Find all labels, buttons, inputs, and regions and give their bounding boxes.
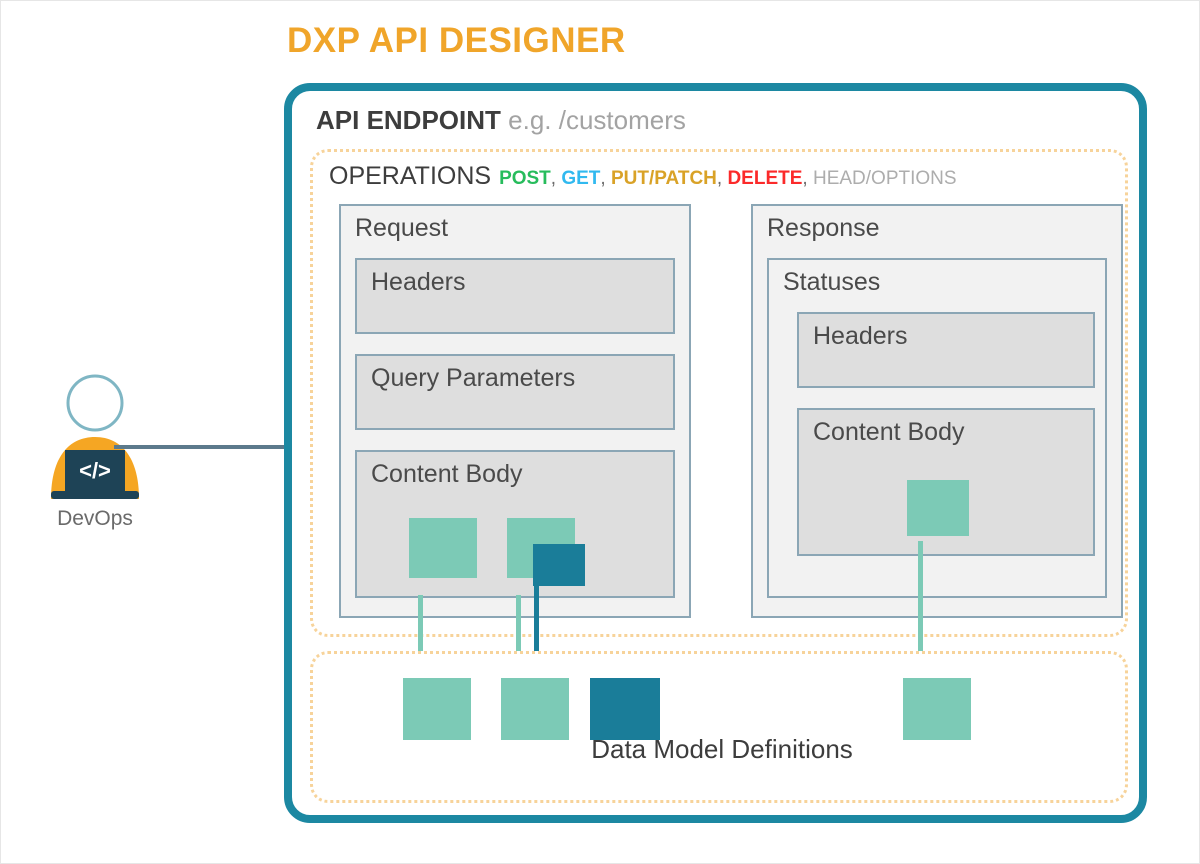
- request-query-parameters-label: Query Parameters: [371, 364, 576, 392]
- code-glyph-icon: </>: [79, 458, 111, 483]
- method-separator-2: ,: [600, 168, 611, 189]
- operations-header: OPERATIONS POST, GET, PUT/PATCH, DELETE, …: [329, 162, 957, 191]
- data-model-node-3[interactable]: [590, 678, 660, 740]
- api-endpoint-title-muted: e.g. /customers: [508, 105, 686, 135]
- response-model-ref-1[interactable]: [907, 480, 969, 536]
- response-headers-label: Headers: [813, 322, 908, 350]
- request-headers-label: Headers: [371, 268, 466, 296]
- request-model-ref-3[interactable]: [533, 544, 585, 586]
- actor-to-endpoint-connector: [114, 445, 289, 449]
- method-separator-3: ,: [716, 168, 728, 189]
- request-panel: Request Headers Query Parameters Content…: [339, 204, 691, 618]
- data-model-definitions-label: Data Model Definitions: [591, 734, 853, 764]
- page-title: DXP API DESIGNER: [287, 21, 626, 60]
- response-content-body-label: Content Body: [813, 418, 965, 446]
- response-panel-label: Response: [767, 214, 880, 242]
- method-separator-1: ,: [550, 168, 562, 189]
- api-endpoint-container: API ENDPOINT e.g. /customers OPERATIONS P…: [284, 83, 1147, 823]
- request-panel-label: Request: [355, 214, 449, 242]
- method-delete: DELETE: [727, 168, 803, 189]
- method-head-options: HEAD/OPTIONS: [812, 168, 957, 189]
- method-get: GET: [561, 168, 601, 189]
- request-query-parameters-box: Query Parameters: [355, 354, 675, 430]
- api-endpoint-title: API ENDPOINT e.g. /customers: [316, 105, 686, 136]
- response-statuses-label: Statuses: [783, 268, 881, 296]
- operations-label: OPERATIONS: [329, 162, 492, 190]
- developer-avatar-icon: </>: [51, 374, 139, 499]
- data-model-node-1[interactable]: [403, 678, 471, 740]
- request-headers-box: Headers: [355, 258, 675, 334]
- diagram-canvas: DXP API DESIGNER </> DevOps API ENDPOINT…: [0, 0, 1200, 864]
- request-content-body-label: Content Body: [371, 460, 523, 488]
- api-endpoint-title-strong: API ENDPOINT: [316, 105, 501, 135]
- method-separator-4: ,: [802, 168, 813, 189]
- response-panel: Response Statuses Headers Content Body: [751, 204, 1123, 618]
- request-model-ref-1[interactable]: [409, 518, 477, 578]
- data-model-node-4[interactable]: [903, 678, 971, 740]
- response-content-body-box: Content Body: [797, 408, 1095, 556]
- response-statuses-box: Statuses Headers Content Body: [767, 258, 1107, 598]
- response-headers-box: Headers: [797, 312, 1095, 388]
- devops-actor-label: DevOps: [57, 507, 133, 530]
- method-post: POST: [499, 168, 551, 189]
- devops-actor: </> DevOps: [25, 371, 165, 541]
- data-model-node-2[interactable]: [501, 678, 569, 740]
- data-model-definitions-panel: Data Model Definitions: [310, 651, 1128, 803]
- method-put-patch: PUT/PATCH: [610, 168, 717, 189]
- request-content-body-box: Content Body: [355, 450, 675, 598]
- operations-panel: OPERATIONS POST, GET, PUT/PATCH, DELETE, …: [310, 149, 1128, 637]
